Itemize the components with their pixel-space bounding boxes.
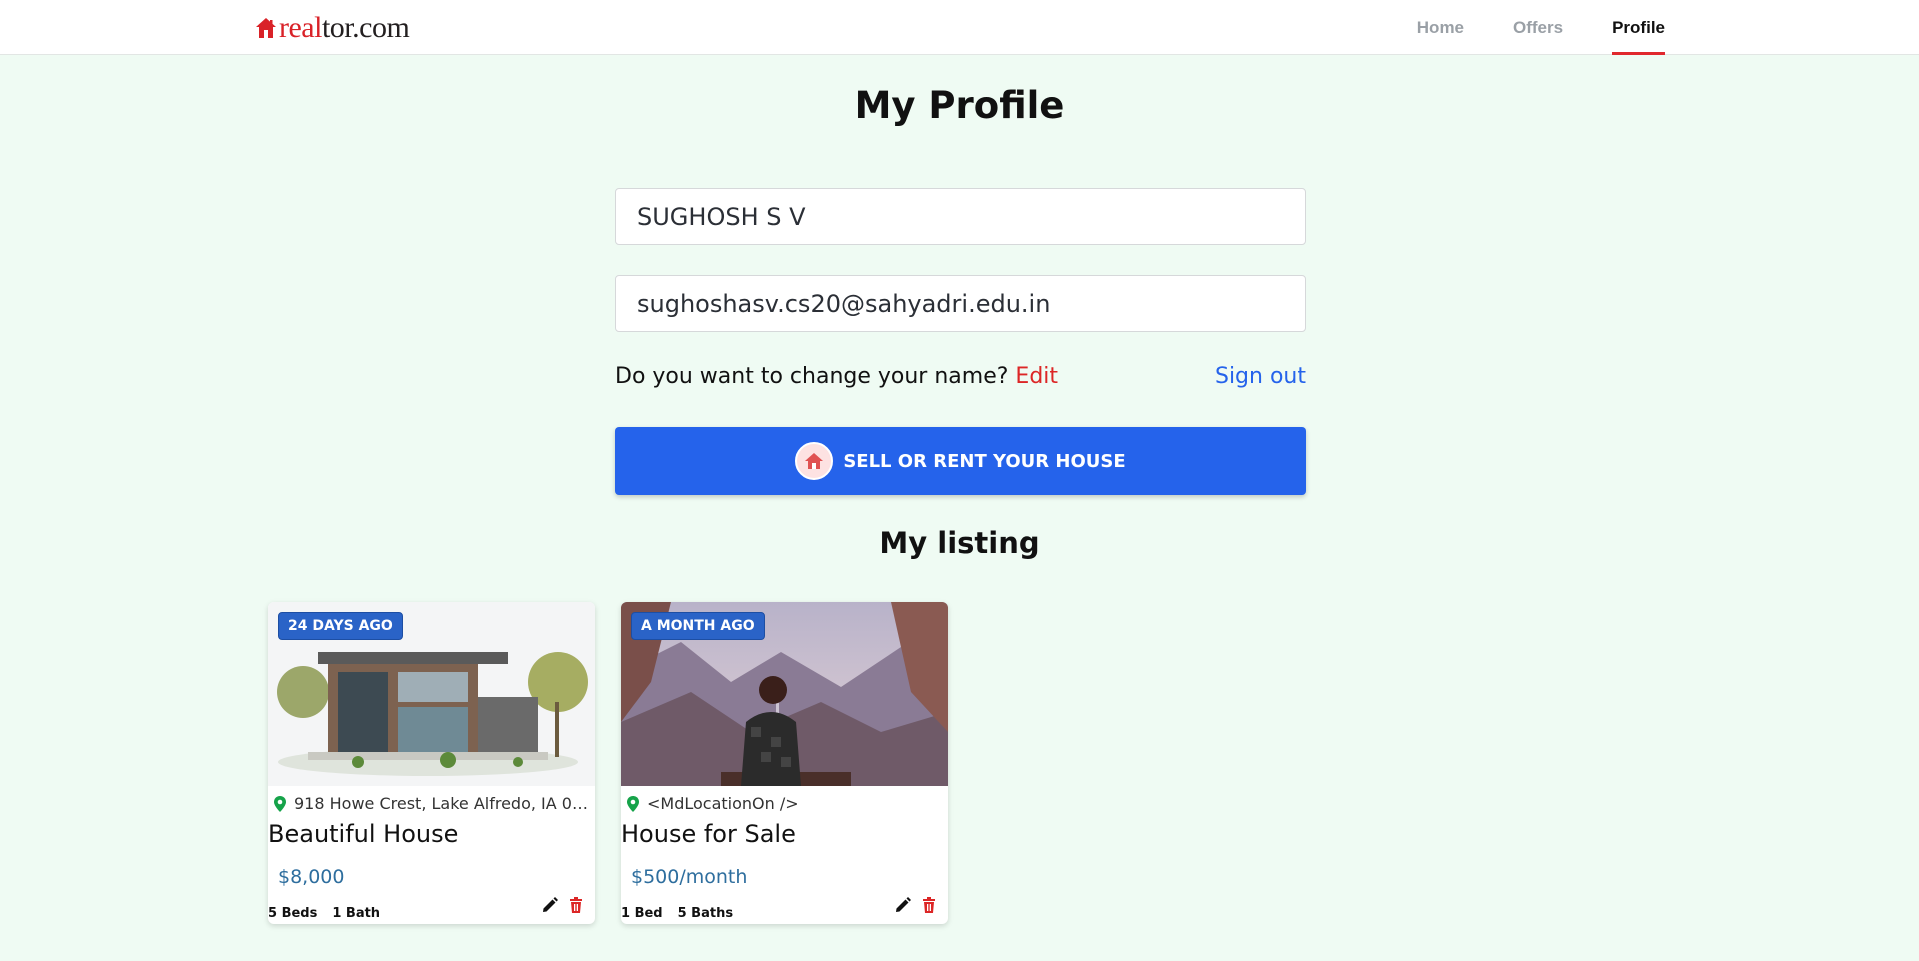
top-header: realtor.com Home Offers Profile	[0, 0, 1919, 55]
name-field[interactable]: SUGHOSH S V	[615, 188, 1306, 245]
sign-out-link[interactable]: Sign out	[1215, 364, 1306, 389]
page-title: My Profile	[854, 84, 1065, 127]
edit-pencil-icon[interactable]	[894, 896, 912, 914]
listing-specs: 5 Beds 1 Bath	[268, 906, 395, 921]
sell-or-rent-button[interactable]: SELL OR RENT YOUR HOUSE	[615, 427, 1306, 495]
baths-count: 1 Bath	[332, 906, 381, 921]
listing-image[interactable]: A MONTH AGO	[621, 602, 948, 786]
listing-title: House for Sale	[621, 820, 796, 848]
listing-location: <MdLocationOn />	[625, 794, 944, 813]
listing-card[interactable]: A MONTH AGO <MdLocationOn /> House for S…	[621, 602, 948, 924]
house-logo-icon	[256, 18, 276, 38]
beds-count: 5 Beds	[268, 906, 318, 921]
nav-home[interactable]: Home	[1417, 0, 1464, 55]
listing-specs: 1 Bed 5 Baths	[621, 906, 748, 921]
email-field[interactable]: sughoshasv.cs20@sahyadri.edu.in	[615, 275, 1306, 332]
location-pin-icon	[274, 795, 286, 812]
location-text: <MdLocationOn />	[647, 794, 799, 813]
listing-title: Beautiful House	[268, 820, 459, 848]
baths-count: 5 Baths	[677, 906, 734, 921]
location-pin-icon	[627, 795, 639, 812]
logo-text: realtor.com	[279, 11, 410, 44]
delete-trash-icon[interactable]	[567, 896, 585, 914]
realtor-logo[interactable]: realtor.com	[255, 11, 410, 44]
listing-location: 918 Howe Crest, Lake Alfredo, IA 008...	[272, 794, 591, 813]
location-text: 918 Howe Crest, Lake Alfredo, IA 008...	[294, 794, 591, 813]
listing-actions	[533, 896, 585, 914]
my-listing-title: My listing	[879, 526, 1040, 560]
listing-price: $8,000	[278, 866, 345, 888]
beds-count: 1 Bed	[621, 906, 663, 921]
home-icon	[795, 442, 834, 480]
edit-name-link[interactable]: Edit	[1015, 364, 1058, 389]
listing-image[interactable]: 24 DAYS AGO	[268, 602, 595, 786]
listing-actions	[886, 896, 938, 914]
listing-age-badge: A MONTH AGO	[631, 612, 765, 640]
change-name-question: Do you want to change your name?	[615, 364, 1009, 389]
edit-pencil-icon[interactable]	[541, 896, 559, 914]
listing-card[interactable]: 24 DAYS AGO 918 Howe Crest, Lake Alfredo…	[268, 602, 595, 924]
sell-button-label: SELL OR RENT YOUR HOUSE	[843, 450, 1126, 472]
listing-price: $500/month	[631, 866, 748, 888]
delete-trash-icon[interactable]	[920, 896, 938, 914]
listing-age-badge: 24 DAYS AGO	[278, 612, 403, 640]
nav-offers[interactable]: Offers	[1513, 0, 1563, 55]
main-nav: Home Offers Profile	[1368, 0, 1665, 55]
nav-profile[interactable]: Profile	[1612, 0, 1665, 55]
change-name-row: Do you want to change your name? Edit Si…	[615, 364, 1306, 389]
